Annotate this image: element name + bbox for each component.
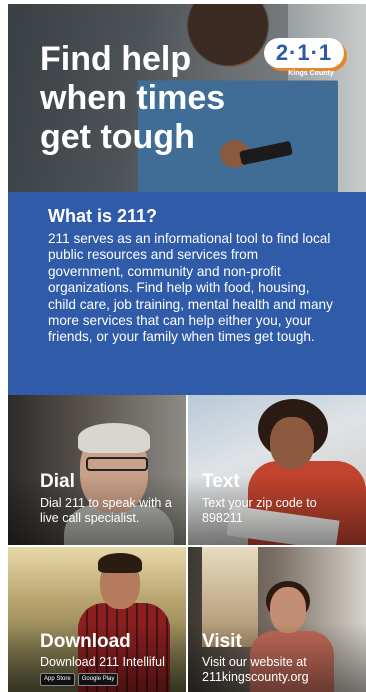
info-section: What is 211? 211 serves as an informatio… bbox=[8, 192, 366, 395]
info-body: 211 serves as an informational tool to f… bbox=[48, 231, 333, 345]
hero-banner: Find help when times get tough 2·1·1 Kin… bbox=[8, 4, 366, 192]
tile-download-text: Download 211 Intelliful bbox=[40, 655, 165, 669]
tile-download-title: Download bbox=[40, 631, 131, 652]
tile-visit-text[interactable]: Visit our website at 211kingscounty.org bbox=[202, 655, 352, 685]
store-badges: App Store Google Play bbox=[40, 673, 121, 686]
dial-photo-hair bbox=[78, 423, 150, 453]
tile-dial-text: Dial 211 to speak with a live call speci… bbox=[40, 496, 172, 525]
poster: Find help when times get tough 2·1·1 Kin… bbox=[8, 4, 366, 692]
logo-subtitle: Kings County bbox=[288, 70, 334, 77]
glasses-icon bbox=[86, 457, 148, 471]
info-heading: What is 211? bbox=[48, 206, 158, 226]
text-photo-woman bbox=[270, 417, 314, 469]
download-photo-hair bbox=[98, 553, 142, 573]
tile-download[interactable]: Download Download 211 Intelliful App Sto… bbox=[8, 547, 186, 692]
google-play-badge[interactable]: Google Play bbox=[77, 673, 119, 686]
211-logo[interactable]: 2·1·1 Kings County bbox=[264, 38, 348, 78]
tile-dial[interactable]: Dial Dial 211 to speak with a live call … bbox=[8, 395, 186, 545]
hero-headline: Find help when times get tough bbox=[40, 40, 226, 156]
tile-text-title: Text bbox=[202, 471, 240, 492]
tile-dial-title: Dial bbox=[40, 471, 75, 492]
tile-text[interactable]: Text Text your zip code to 898211 bbox=[188, 395, 366, 545]
app-store-badge[interactable]: App Store bbox=[40, 673, 75, 686]
logo-number: 2·1·1 bbox=[275, 40, 333, 65]
tile-visit-title: Visit bbox=[202, 631, 242, 652]
tile-visit[interactable]: Visit Visit our website at 211kingscount… bbox=[188, 547, 366, 692]
tile-text-text: Text your zip code to 898211 bbox=[202, 496, 317, 525]
